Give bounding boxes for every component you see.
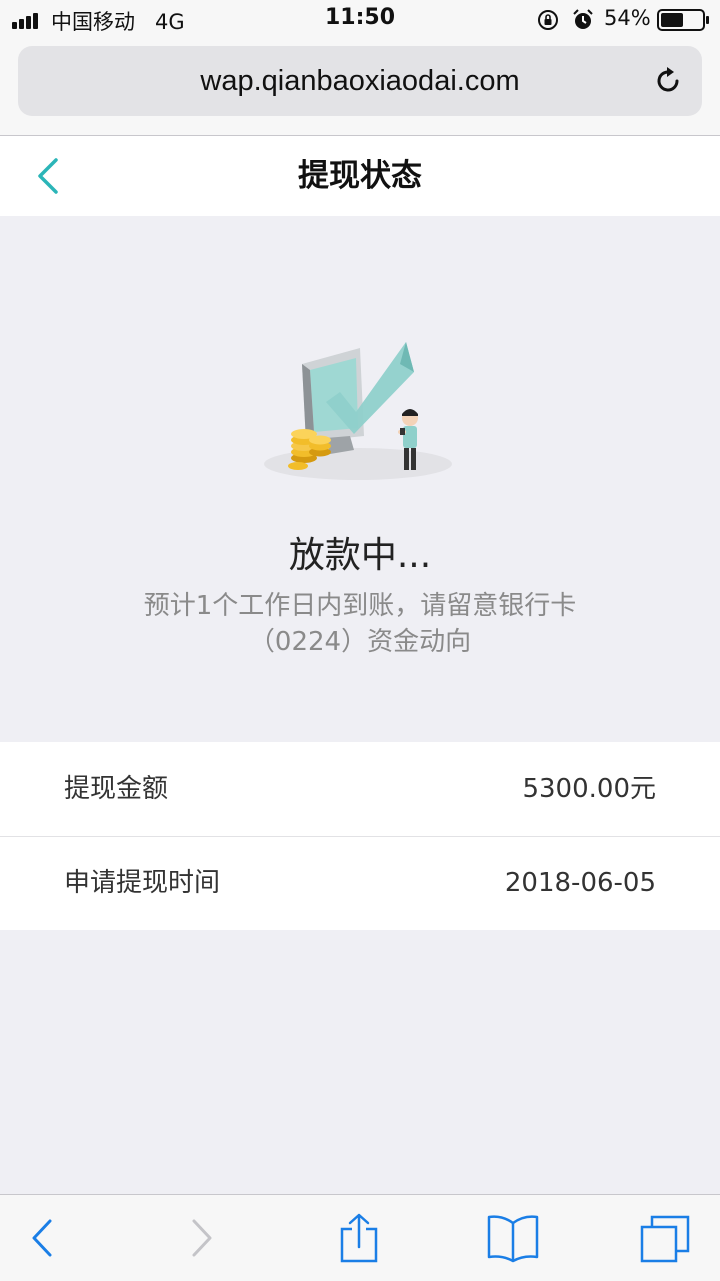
- detail-value: 2018-06-05: [504, 868, 656, 898]
- detail-label: 提现金额: [64, 774, 169, 804]
- nav-bar: 提现状态: [0, 136, 720, 216]
- page-title: 提现状态: [298, 158, 422, 194]
- battery-percent: 54%: [604, 6, 651, 30]
- url-text[interactable]: wap.qianbaoxiaodai.com: [18, 46, 702, 116]
- detail-label: 申请提现时间: [64, 868, 221, 898]
- tabs-icon[interactable]: [638, 1213, 694, 1263]
- url-bar[interactable]: wap.qianbaoxiaodai.com: [18, 46, 702, 116]
- battery-icon: [657, 9, 709, 31]
- withdrawal-status-section: 放款中... 预计1个工作日内到账，请留意银行卡（0224）资金动向: [0, 216, 720, 742]
- reload-icon[interactable]: [652, 65, 684, 97]
- status-description: 预计1个工作日内到账，请留意银行卡（0224）资金动向: [143, 591, 577, 657]
- bookmarks-icon[interactable]: [486, 1213, 540, 1263]
- detail-value: 5300.00元: [522, 774, 656, 804]
- share-icon[interactable]: [336, 1213, 382, 1263]
- browser-address-area: wap.qianbaoxiaodai.com: [0, 40, 720, 136]
- status-title: 放款中...: [288, 535, 432, 576]
- withdrawal-details: 提现金额 5300.00元 申请提现时间 2018-06-05: [0, 742, 720, 930]
- orientation-lock-icon: [538, 10, 558, 30]
- alarm-icon: [573, 9, 593, 29]
- forward-icon[interactable]: [182, 1213, 222, 1263]
- detail-row-date: 申请提现时间 2018-06-05: [0, 836, 720, 930]
- status-bar: 中国移动 4G 11:50 54%: [0, 0, 720, 40]
- back-icon[interactable]: [22, 1213, 62, 1263]
- withdrawal-illustration: [264, 342, 452, 480]
- browser-toolbar: [0, 1194, 720, 1281]
- detail-row-amount: 提现金额 5300.00元: [0, 742, 720, 837]
